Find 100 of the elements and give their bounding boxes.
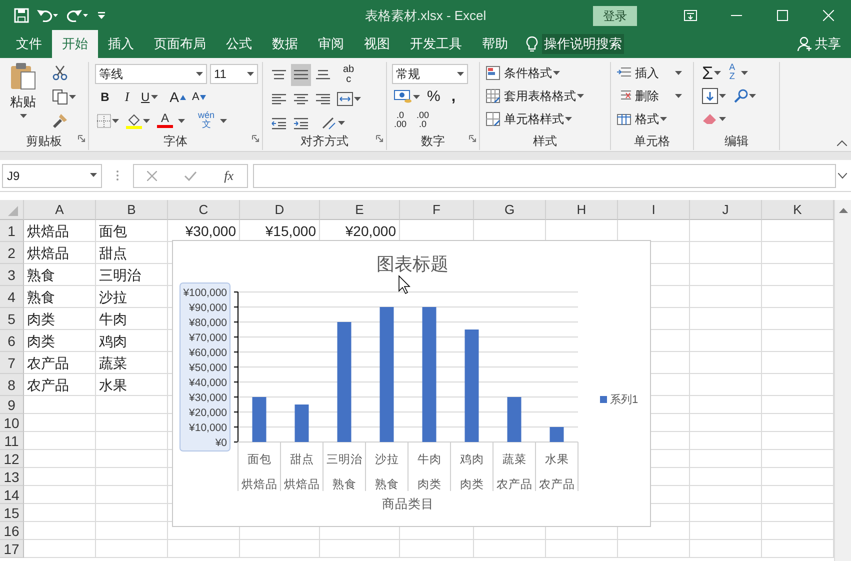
font-size-field[interactable]: 11 <box>210 64 258 84</box>
ribbon-tab[interactable]: 公式 <box>216 30 262 58</box>
chart-title: 图表标题 <box>376 254 448 274</box>
comma-style-button[interactable]: , <box>449 86 458 108</box>
ribbon-tab[interactable]: 审阅 <box>308 30 354 58</box>
column-header[interactable]: J <box>690 200 762 220</box>
vertical-scrollbar[interactable] <box>834 200 851 561</box>
delete-cells-button[interactable]: 删除 <box>615 85 689 107</box>
row-header[interactable]: 3 <box>0 264 24 286</box>
row-header[interactable]: 16 <box>0 522 24 540</box>
ribbon-tab[interactable]: 开发工具 <box>400 30 472 58</box>
font-color-button[interactable]: A <box>155 110 175 132</box>
italic-button[interactable]: I <box>117 86 137 108</box>
column-header[interactable]: C <box>168 200 240 220</box>
column-header[interactable]: D <box>240 200 320 220</box>
ribbon-tab[interactable]: 开始 <box>52 30 98 58</box>
row-header[interactable]: 15 <box>0 504 24 522</box>
grow-font-button[interactable]: A <box>168 86 188 108</box>
x-axis-title: 商品类目 <box>382 497 434 511</box>
insert-cells-button[interactable]: 插入 <box>615 62 689 84</box>
row-header[interactable]: 14 <box>0 486 24 504</box>
row-header[interactable]: 2 <box>0 242 24 264</box>
format-cells-button[interactable]: 格式 <box>615 108 689 130</box>
underline-button[interactable]: U <box>139 86 160 108</box>
decrease-decimal-button[interactable]: .00 .0 <box>414 110 432 132</box>
column-header[interactable]: K <box>762 200 834 220</box>
bold-button[interactable]: B <box>95 86 115 108</box>
category-group-label: 熟食 <box>374 479 399 491</box>
format-as-table-button[interactable]: 套用表格格式 <box>484 85 606 107</box>
formula-input-field[interactable] <box>253 164 836 188</box>
category-group-label: 烘焙品 <box>284 479 320 491</box>
ribbon-tab[interactable]: 页面布局 <box>144 30 216 58</box>
row-header[interactable]: 11 <box>0 432 24 450</box>
tell-me-search[interactable]: 操作说明搜索 <box>542 34 624 54</box>
row-header[interactable]: 12 <box>0 450 24 468</box>
font-name-field[interactable]: 等线 <box>95 64 207 84</box>
column-header[interactable]: F <box>400 200 474 220</box>
wrap-text-button[interactable]: ab c <box>341 64 356 86</box>
caret-icon <box>338 120 345 126</box>
caret-icon <box>220 118 227 124</box>
ribbon-tab[interactable]: 视图 <box>354 30 400 58</box>
row-header[interactable]: 10 <box>0 414 24 432</box>
table-cell <box>24 468 96 486</box>
column-header[interactable]: I <box>618 200 690 220</box>
chevron-up-icon <box>837 140 847 146</box>
sort-filter-button[interactable]: A Z <box>727 62 738 84</box>
increase-decimal-button[interactable]: .0 .00 <box>392 110 409 132</box>
table-cell <box>96 414 168 432</box>
more-dots-icon <box>116 170 119 181</box>
percent-button[interactable]: % <box>425 86 442 108</box>
table-cell <box>546 540 618 558</box>
row-header[interactable]: 4 <box>0 286 24 308</box>
column-header[interactable]: G <box>474 200 546 220</box>
row-header[interactable]: 9 <box>0 396 24 414</box>
table-cell <box>24 432 96 450</box>
column-header[interactable]: E <box>320 200 400 220</box>
column-header[interactable]: B <box>96 200 168 220</box>
caret-icon <box>719 94 726 98</box>
row-header[interactable]: 13 <box>0 468 24 486</box>
row-header[interactable]: 5 <box>0 308 24 330</box>
fill-button[interactable] <box>700 85 728 107</box>
column-header[interactable]: A <box>24 200 96 220</box>
autosum-button[interactable]: Σ <box>700 62 724 84</box>
ribbon-tab[interactable]: 帮助 <box>472 30 518 58</box>
row-header[interactable]: 17 <box>0 540 24 558</box>
row-header[interactable]: 1 <box>0 220 24 242</box>
table-format-icon <box>486 89 500 103</box>
category-group-label: 农产品 <box>496 479 532 491</box>
table-cell: 水果 <box>96 374 168 396</box>
number-format-field[interactable]: 常规 <box>392 64 468 84</box>
ribbon-tab[interactable]: 文件 <box>6 30 52 58</box>
y-axis-label: ¥20,000 <box>189 407 227 419</box>
login-button[interactable]: 登录 <box>593 6 637 26</box>
caret-icon <box>196 72 203 76</box>
table-cell: 烘焙品 <box>24 220 96 242</box>
table-cell <box>690 432 762 450</box>
conditional-format-button[interactable]: 条件格式 <box>484 62 606 84</box>
phonetic-guide-button[interactable]: wén 文 <box>196 110 217 132</box>
table-cell: 沙拉 <box>96 286 168 308</box>
group-label: 样式 <box>532 133 558 150</box>
format-grid-icon <box>617 112 631 126</box>
y-axis-label: ¥80,000 <box>189 317 227 329</box>
name-box[interactable]: J9 <box>2 164 102 188</box>
column-header[interactable]: H <box>546 200 618 220</box>
vertical-align-button[interactable] <box>291 64 311 86</box>
angled-text-icon <box>321 116 337 130</box>
y-axis-label: ¥10,000 <box>189 422 227 434</box>
paste-button[interactable]: 粘贴 <box>6 62 40 126</box>
row-header[interactable]: 8 <box>0 374 24 396</box>
insert-function-button[interactable]: fx <box>222 164 236 186</box>
table-cell <box>690 220 762 242</box>
share-button[interactable]: 共享 <box>815 30 841 58</box>
ribbon-tab[interactable]: 数据 <box>262 30 308 58</box>
row-header[interactable]: 6 <box>0 330 24 352</box>
group-label: 数字 <box>420 133 446 150</box>
shrink-font-button[interactable]: A <box>190 86 208 108</box>
chevron-down-icon[interactable] <box>838 172 847 178</box>
ribbon-tab[interactable]: 插入 <box>98 30 144 58</box>
cell-styles-button[interactable]: 单元格样式 <box>484 108 606 130</box>
row-header[interactable]: 7 <box>0 352 24 374</box>
